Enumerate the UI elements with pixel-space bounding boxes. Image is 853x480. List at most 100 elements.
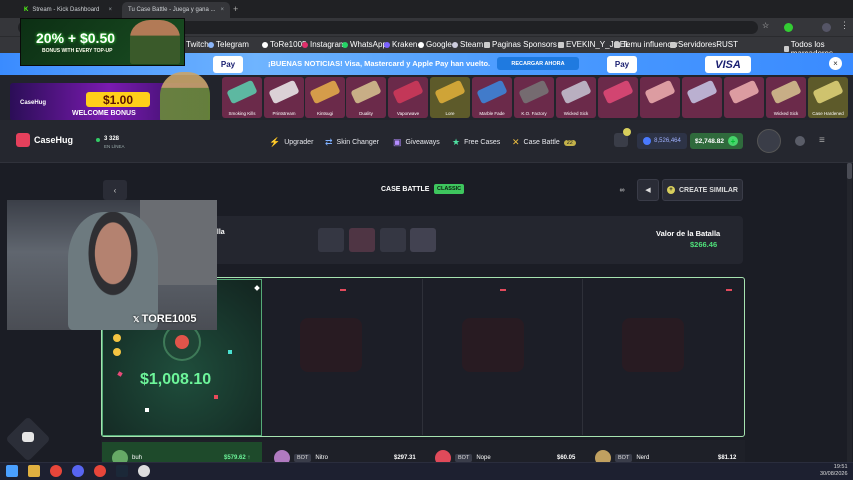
- bookmark-item[interactable]: Kraken: [384, 40, 417, 49]
- nav-free-cases[interactable]: ★ Free Cases: [452, 137, 500, 148]
- weapon-icon: [392, 79, 424, 105]
- kick-icon: K: [24, 7, 29, 13]
- drop-label: Lore: [445, 111, 455, 116]
- drop-item[interactable]: Vaporwave: [388, 77, 428, 118]
- bookmark-item[interactable]: Google: [418, 40, 452, 49]
- back-button[interactable]: ‹: [103, 180, 127, 200]
- instagram-icon: [302, 41, 308, 48]
- sound-icon[interactable]: ◀: [637, 179, 659, 201]
- google-icon: [418, 41, 424, 48]
- gear-icon[interactable]: [795, 136, 805, 146]
- create-similar-button[interactable]: + CREATE SIMILAR: [662, 179, 743, 201]
- bookmark-label: ServidoresRUST: [678, 40, 739, 49]
- case-thumbnail[interactable]: [410, 228, 436, 252]
- discord-icon[interactable]: [72, 465, 84, 477]
- add-funds-icon[interactable]: +: [727, 136, 738, 146]
- drop-item[interactable]: Printstream: [264, 77, 304, 118]
- usd-balance-value: $2,748.82: [695, 137, 724, 145]
- drop-item[interactable]: Duality: [346, 77, 386, 118]
- x-icon: 𝕏: [133, 315, 142, 324]
- coin-balance[interactable]: 8,526,464: [637, 133, 687, 149]
- link-icon[interactable]: ∞: [611, 179, 633, 201]
- bookmark-item[interactable]: Steam: [452, 40, 483, 49]
- drop-item[interactable]: [598, 77, 638, 118]
- chat-icon: [22, 432, 34, 442]
- drop-item[interactable]: Smoking Kills: [222, 77, 262, 118]
- player-amount: $297.31: [394, 455, 416, 461]
- nav-label: Skin Changer: [336, 139, 379, 146]
- nav-skin-changer[interactable]: ⇄ Skin Changer: [325, 137, 379, 148]
- bookmark-label: Telegram: [216, 40, 249, 49]
- profile-icon[interactable]: [822, 23, 831, 32]
- chrome-icon[interactable]: [50, 465, 62, 477]
- scrollbar-thumb[interactable]: [847, 163, 852, 179]
- bookmark-item[interactable]: Instagram: [302, 40, 346, 49]
- chrome-icon[interactable]: [94, 465, 106, 477]
- bookmark-item[interactable]: Telegram: [208, 40, 249, 49]
- windows-start-icon[interactable]: [6, 465, 18, 477]
- drop-item[interactable]: Kintsugi: [305, 77, 345, 118]
- close-icon[interactable]: ×: [108, 7, 112, 13]
- bookmark-item[interactable]: Temu influencer: [614, 40, 678, 49]
- drop-item[interactable]: [682, 77, 722, 118]
- case-thumbnail[interactable]: [380, 228, 406, 252]
- browser-menu-icon[interactable]: ⋮: [840, 20, 849, 31]
- scrollbar[interactable]: [847, 163, 852, 463]
- extension-icon[interactable]: [784, 23, 793, 32]
- close-icon[interactable]: ×: [829, 57, 842, 70]
- weapon-icon: [770, 79, 802, 105]
- case-thumbnail[interactable]: [349, 228, 375, 252]
- nav-case-battle[interactable]: ✕ Case Battle 22: [512, 137, 576, 148]
- bookmark-item[interactable]: ServidoresRUST: [670, 40, 738, 49]
- weapon-icon: [309, 79, 341, 105]
- drop-item[interactable]: [724, 77, 764, 118]
- tab-kick-dashboard[interactable]: K Stream - Kick Dashboard ×: [18, 2, 118, 18]
- drop-item[interactable]: Lore: [430, 77, 470, 118]
- nav-label: Free Cases: [464, 139, 501, 146]
- bookmark-item[interactable]: Twitch: [186, 40, 209, 49]
- file-explorer-icon[interactable]: [28, 465, 40, 477]
- weapon-icon: [812, 79, 844, 105]
- drop-item[interactable]: K.O. Factory: [514, 77, 554, 118]
- player-name: Nope: [476, 455, 491, 461]
- drop-item[interactable]: Marble Fade: [472, 77, 512, 118]
- tab-case-battle[interactable]: Tu Case Battle - Juega y gana ... ×: [122, 2, 230, 18]
- confetti-icon: [145, 408, 149, 412]
- gift-icon: ▣: [393, 137, 402, 147]
- nav-giveaways[interactable]: ▣ Giveaways: [393, 137, 440, 148]
- steam-icon[interactable]: [116, 465, 128, 477]
- lose-icon: [622, 318, 684, 372]
- nav-upgrader[interactable]: ⚡ Upgrader: [269, 137, 313, 148]
- bookmark-item[interactable]: ToRe1005: [262, 40, 306, 49]
- whatsapp-icon: [342, 41, 348, 48]
- drop-label: Printstream: [272, 111, 296, 116]
- new-tab-icon[interactable]: +: [233, 4, 238, 14]
- bookmark-label: Instagram: [310, 40, 346, 49]
- avatar[interactable]: [757, 129, 781, 153]
- recharge-button[interactable]: RECARGAR AHORA: [497, 57, 579, 70]
- usd-balance[interactable]: $2,748.82 +: [690, 133, 743, 149]
- star-icon[interactable]: ☆: [762, 21, 769, 30]
- case-thumbnail[interactable]: [318, 228, 344, 252]
- folder-icon: [558, 41, 564, 48]
- drop-item[interactable]: Wicked Sick: [766, 77, 806, 118]
- drop-item[interactable]: Wicked Sick: [556, 77, 596, 118]
- bookmark-item[interactable]: WhatsApp: [342, 40, 387, 49]
- site-logo[interactable]: CaseHug: [16, 133, 73, 147]
- hamburger-menu-icon[interactable]: ≡: [819, 135, 825, 146]
- player-name: Nerd: [636, 455, 650, 461]
- close-icon[interactable]: ×: [220, 7, 224, 13]
- drop-item[interactable]: [640, 77, 680, 118]
- player-name: Nitro: [315, 455, 328, 461]
- drop-item[interactable]: Case Hardened: [808, 77, 848, 118]
- bookmark-label: Kraken: [392, 40, 418, 49]
- weapon-icon: [518, 79, 550, 105]
- confetti-icon: [214, 395, 218, 399]
- bookmark-item[interactable]: Paginas Sponsors: [484, 40, 557, 49]
- steam-icon: [452, 41, 458, 48]
- settings-icon[interactable]: [138, 465, 150, 477]
- system-clock[interactable]: 19:51 30/08/2026: [820, 464, 848, 478]
- folder-icon: [784, 46, 789, 52]
- weapon-icon: [602, 79, 634, 105]
- bot-badge: BOT: [294, 454, 312, 462]
